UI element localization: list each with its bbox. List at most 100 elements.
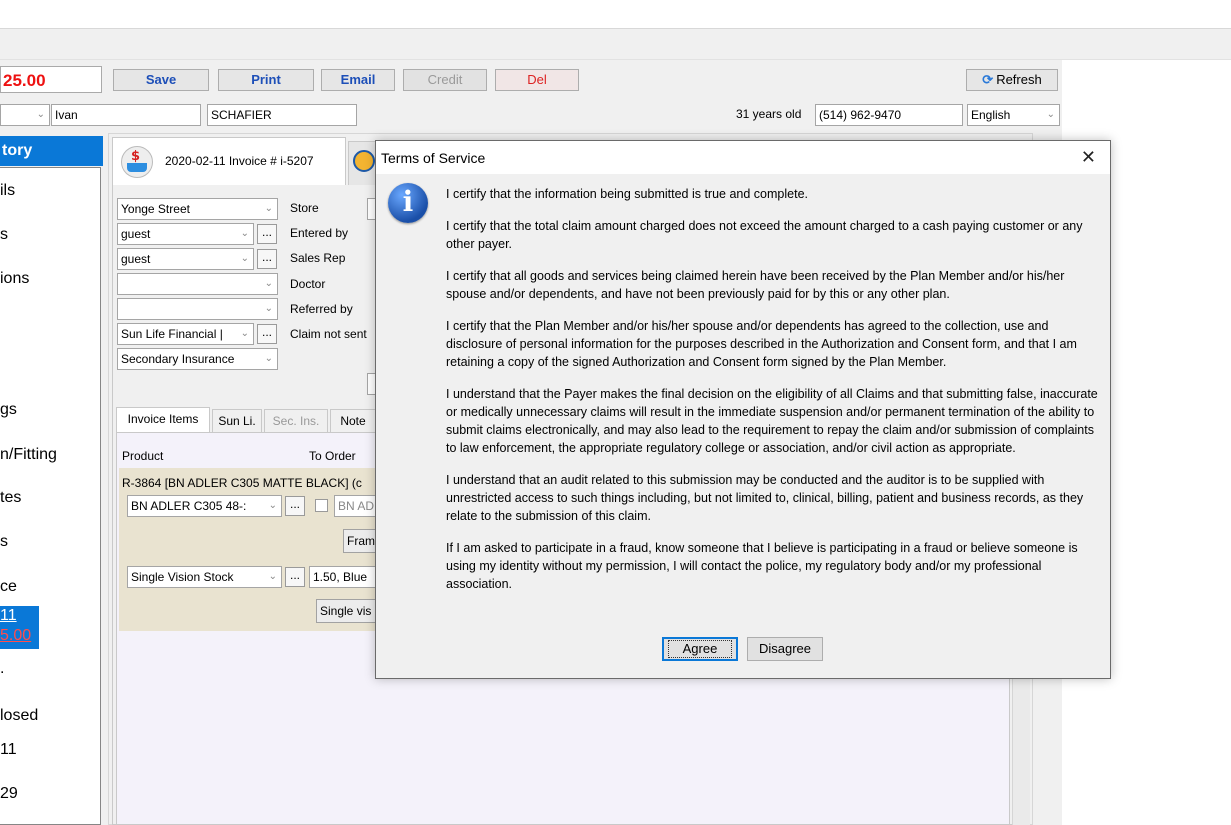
- frame-value: BN ADLER C305 48-:: [131, 499, 247, 513]
- sales-rep-browse-button[interactable]: ...: [257, 249, 277, 269]
- sidebar-item[interactable]: s: [0, 226, 8, 244]
- insurance-value: Sun Life Financial |: [121, 327, 223, 341]
- lens-browse-button[interactable]: ...: [285, 567, 305, 587]
- refresh-label: Refresh: [996, 72, 1042, 87]
- invoice-date-link[interactable]: 11: [0, 606, 39, 626]
- terms-paragraph: If I am asked to participate in a fraud,…: [446, 541, 1078, 591]
- sidebar-item[interactable]: tes: [0, 489, 21, 507]
- menu-bar: [0, 29, 1231, 60]
- window-top-band: [0, 0, 1231, 29]
- chevron-down-icon: ⌄: [264, 353, 273, 364]
- lens-field[interactable]: 1.50, Blue: [309, 566, 376, 588]
- close-icon[interactable]: ✕: [1081, 147, 1096, 168]
- sidebar-item[interactable]: ils: [0, 182, 15, 200]
- column-to-order: To Order: [309, 449, 356, 463]
- chevron-down-icon: ⌄: [264, 203, 273, 214]
- chevron-down-icon: ⌄: [268, 500, 277, 511]
- entered-by-select[interactable]: guest ⌄: [117, 223, 254, 245]
- column-product: Product: [122, 449, 164, 463]
- chevron-down-icon: ⌄: [240, 328, 249, 339]
- secondary-insurance-select[interactable]: Secondary Insurance ⌄: [117, 348, 278, 370]
- cart-icon: $: [121, 146, 153, 178]
- terms-paragraph: I understand that the Payer makes the fi…: [446, 387, 1098, 455]
- sidebar-item[interactable]: .: [0, 660, 4, 678]
- chevron-down-icon: ⌄: [264, 278, 273, 289]
- sidebar-item[interactable]: ce: [0, 578, 17, 596]
- chevron-down-icon: ⌄: [240, 253, 249, 264]
- lens-value: Single Vision Stock: [131, 570, 234, 584]
- chevron-down-icon: ⌄: [264, 303, 273, 314]
- frame-select[interactable]: BN ADLER C305 48-: ⌄: [127, 495, 282, 517]
- sidebar-item-history[interactable]: tory: [0, 136, 103, 166]
- insurance-select[interactable]: Sun Life Financial | ⌄: [117, 323, 254, 345]
- first-name-field[interactable]: Ivan: [51, 104, 201, 126]
- language-select[interactable]: English ⌄: [967, 104, 1060, 126]
- insurance-browse-button[interactable]: ...: [257, 324, 277, 344]
- store-label: Store: [290, 201, 319, 215]
- phone-field[interactable]: (514) 962-9470: [815, 104, 963, 126]
- print-button[interactable]: Print: [218, 69, 314, 91]
- referred-by-select[interactable]: ⌄: [117, 298, 278, 320]
- store-value: Yonge Street: [121, 202, 190, 216]
- disagree-button[interactable]: Disagree: [747, 637, 823, 661]
- store-select[interactable]: Yonge Street ⌄: [117, 198, 278, 220]
- item-title: R-3864 [BN ADLER C305 MATTE BLACK] (c: [122, 476, 362, 490]
- invoice-tab-label: 2020-02-11 Invoice # i-5207: [165, 154, 314, 168]
- entered-by-browse-button[interactable]: ...: [257, 224, 277, 244]
- sales-rep-value: guest: [121, 252, 151, 266]
- info-icon: i: [388, 183, 428, 223]
- referred-by-label: Referred by: [290, 302, 353, 316]
- sidebar-item[interactable]: 11: [0, 741, 17, 759]
- sales-rep-select[interactable]: guest ⌄: [117, 248, 254, 270]
- terms-paragraph: I certify that the Plan Member and/or hi…: [446, 319, 1077, 369]
- tab-secondary-insurance[interactable]: Sec. Ins.: [264, 409, 328, 433]
- sidebar-item[interactable]: gs: [0, 401, 17, 419]
- frame-checkbox[interactable]: [315, 499, 328, 512]
- sales-rep-label: Sales Rep: [290, 251, 346, 265]
- claim-status-label: Claim not sent: [290, 327, 367, 341]
- title-select[interactable]: ⌄: [0, 104, 50, 126]
- dialog-title: Terms of Service: [381, 150, 486, 166]
- frame-browse-button[interactable]: ...: [285, 496, 305, 516]
- last-name-field[interactable]: SCHAFIER: [207, 104, 357, 126]
- refresh-button[interactable]: ⟳ Refresh: [966, 69, 1058, 91]
- sidebar-item[interactable]: s: [0, 533, 8, 551]
- credit-button[interactable]: Credit: [403, 69, 487, 91]
- tab-invoice-items[interactable]: Invoice Items: [116, 407, 210, 433]
- invoice-amount-link[interactable]: 5.00: [0, 626, 39, 646]
- chevron-down-icon: ⌄: [240, 228, 249, 239]
- invoice-total: 25.00: [0, 66, 102, 93]
- tab-note[interactable]: Note: [330, 409, 376, 433]
- sidebar-item[interactable]: n/Fitting: [0, 446, 57, 464]
- agree-button[interactable]: Agree: [662, 637, 738, 661]
- sidebar-selected-invoice[interactable]: 11 5.00: [0, 606, 39, 649]
- terms-paragraph: I certify that all goods and services be…: [446, 269, 1065, 301]
- email-button[interactable]: Email: [321, 69, 395, 91]
- terms-of-service-dialog: Terms of Service ✕ i I certify that the …: [375, 140, 1111, 679]
- chevron-down-icon: ⌄: [36, 109, 45, 120]
- terms-paragraph: I understand that an audit related to th…: [446, 473, 1084, 523]
- doctor-select[interactable]: ⌄: [117, 273, 278, 295]
- entered-by-value: guest: [121, 227, 151, 241]
- doctor-label: Doctor: [290, 277, 326, 291]
- tab-invoice[interactable]: $ 2020-02-11 Invoice # i-5207: [112, 137, 346, 185]
- terms-paragraph: I certify that the total claim amount ch…: [446, 219, 1083, 251]
- frame-field[interactable]: BN AD: [334, 495, 376, 517]
- sidebar-item[interactable]: losed: [0, 707, 38, 725]
- chevron-down-icon: ⌄: [1046, 109, 1055, 120]
- save-button[interactable]: Save: [113, 69, 209, 91]
- dialog-body: I certify that the information being sub…: [446, 185, 1101, 607]
- patient-age: 31 years old: [736, 107, 802, 121]
- lens-button[interactable]: Single vis: [316, 599, 381, 623]
- secondary-insurance-value: Secondary Insurance: [121, 352, 235, 366]
- refresh-icon: ⟳: [982, 72, 994, 87]
- tab-other[interactable]: [348, 141, 378, 185]
- sidebar-item[interactable]: 29: [0, 785, 18, 803]
- agree-label: Agree: [667, 640, 733, 658]
- delete-button[interactable]: Del: [495, 69, 579, 91]
- sidebar-item[interactable]: ions: [0, 270, 29, 288]
- entered-by-label: Entered by: [290, 226, 349, 240]
- lens-select[interactable]: Single Vision Stock ⌄: [127, 566, 282, 588]
- language-value: English: [971, 108, 1011, 122]
- tab-sun-life[interactable]: Sun Li.: [212, 409, 262, 433]
